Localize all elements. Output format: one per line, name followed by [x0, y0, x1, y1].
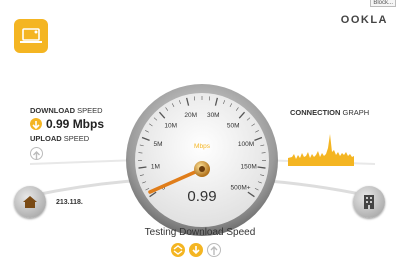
gauge-tick-label: 20M [184, 112, 197, 119]
home-icon [23, 196, 37, 208]
gauge-tick-label: 30M [207, 112, 220, 119]
gauge-tick-label: 1M [151, 163, 160, 170]
status-text: Testing Download Speed [144, 227, 256, 238]
gauge-unit-label: Mbps [194, 143, 211, 150]
download-stage-icon [189, 243, 203, 257]
gauge-tick-label: 5M [153, 141, 162, 148]
gauge-tick-label: 100M [238, 141, 254, 148]
gauge-tick-label: 50M [227, 122, 240, 129]
test-stage-icons [171, 243, 221, 257]
gauge-reading: 0.99 [187, 188, 216, 205]
ping-stage-icon [171, 243, 185, 257]
server-building-icon [364, 195, 374, 209]
gauge-tick-label: 500M+ [230, 184, 250, 191]
gauge-tick-label: 10M [164, 122, 177, 129]
server-button[interactable] [353, 186, 385, 218]
upload-stage-icon [207, 243, 221, 257]
home-button[interactable] [14, 186, 46, 218]
gauge-tick-label: 150M [240, 163, 256, 170]
client-ip: 213.118. [56, 199, 83, 206]
